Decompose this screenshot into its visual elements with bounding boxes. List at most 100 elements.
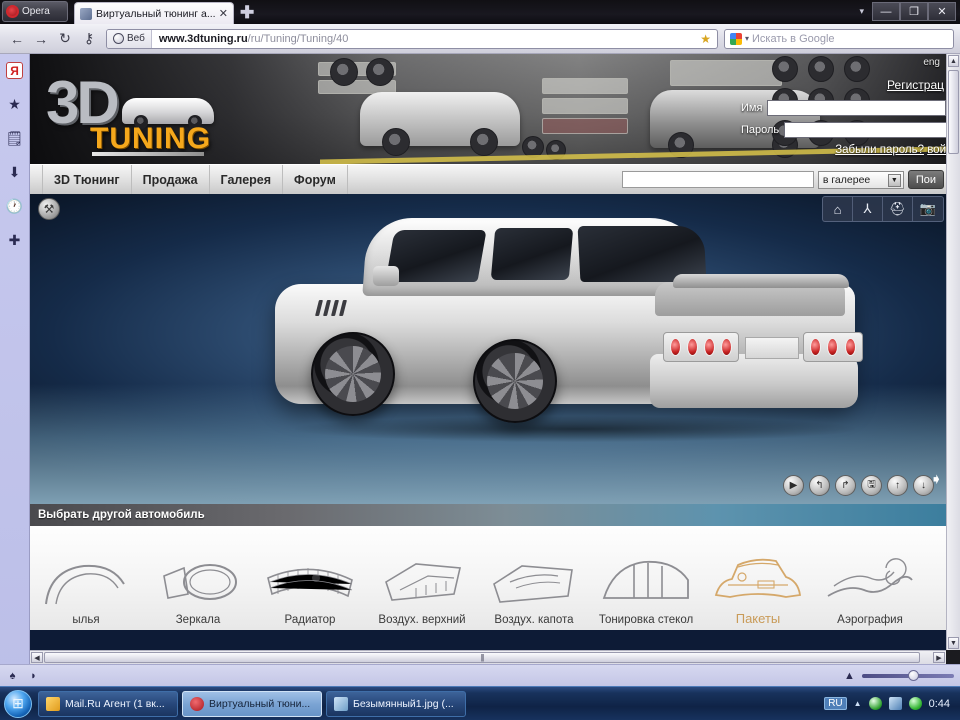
car-3d-viewer[interactable]: ⚒ ⌂ ⅄ ⛑ 📷 bbox=[30, 194, 946, 504]
address-bar[interactable]: Веб www.3dtuning.ru/ru/Tuning/Tuning/40 … bbox=[106, 29, 718, 49]
login-password-row: Пароль bbox=[741, 122, 946, 138]
rotate-left-button[interactable]: ↰ bbox=[809, 475, 830, 496]
scroll-down-icon[interactable]: ▼ bbox=[948, 637, 959, 649]
add-panel-icon[interactable]: ✚ bbox=[6, 231, 24, 249]
close-icon[interactable]: ✕ bbox=[219, 7, 228, 20]
start-button[interactable]: ⊞ bbox=[4, 690, 32, 718]
part-item-roof-scoop[interactable]: Воздух. верхний bbox=[366, 526, 478, 630]
save-button[interactable]: 🖫 bbox=[861, 475, 882, 496]
part-item-mirrors[interactable]: Зеркала bbox=[142, 526, 254, 630]
clock[interactable]: 0:44 bbox=[929, 698, 950, 710]
scroll-up-icon[interactable]: ▲ bbox=[948, 55, 959, 67]
name-input[interactable] bbox=[767, 100, 946, 116]
google-icon bbox=[730, 33, 742, 45]
forgot-password-row: Забыли пароль? вой bbox=[835, 144, 946, 156]
forgot-password-link[interactable]: Забыли пароль? bbox=[835, 144, 924, 156]
browser-address-toolbar: ← → ↻ ⚷ Веб www.3dtuning.ru/ru/Tuning/Tu… bbox=[0, 24, 960, 54]
part-item-body-kits[interactable]: Пакеты bbox=[702, 526, 814, 630]
reload-icon[interactable]: ↻ bbox=[54, 28, 76, 50]
part-item-airbrush[interactable]: Аэрография bbox=[814, 526, 926, 630]
zoom-caret-icon[interactable]: ▲ bbox=[843, 669, 856, 682]
language-indicator[interactable]: RU bbox=[824, 697, 846, 710]
login-panel: eng Регистрац Имя Пароль Забыли пароль? … bbox=[741, 54, 946, 164]
show-hidden-icons-icon[interactable]: ▲ bbox=[854, 699, 862, 708]
site-navigation-bar: 3D Тюнинг Продажа Галерея Форум в галере… bbox=[30, 164, 946, 194]
play-button[interactable]: ▶ bbox=[783, 475, 804, 496]
page-horizontal-scrollbar[interactable]: ◀ ||| ▶ bbox=[30, 650, 946, 664]
site-search-button[interactable]: Пои bbox=[908, 170, 944, 189]
nav-item-gallery[interactable]: Галерея bbox=[210, 165, 283, 194]
web-badge-label: Веб bbox=[127, 33, 145, 44]
site-nav-items: 3D Тюнинг Продажа Галерея Форум bbox=[42, 165, 348, 194]
site-logo[interactable]: 3D TUNING bbox=[44, 64, 254, 156]
status-shield-icon[interactable]: ♠ bbox=[6, 669, 19, 682]
taskbar-item-mailru[interactable]: Mail.Ru Агент (1 вк... bbox=[38, 691, 178, 717]
minimize-button[interactable]: — bbox=[872, 2, 900, 21]
bookmark-star-icon[interactable]: ★ bbox=[694, 32, 717, 46]
status-drop-icon[interactable]: ◗ bbox=[27, 669, 40, 682]
choose-another-car-label: Выбрать другой автомобиль bbox=[30, 509, 205, 521]
browser-tab-active[interactable]: Виртуальный тюнинг а... ✕ bbox=[74, 2, 234, 24]
close-window-button[interactable]: ✕ bbox=[928, 2, 956, 21]
chevron-down-icon[interactable]: ▾ bbox=[859, 6, 864, 17]
opera-icon bbox=[190, 697, 204, 711]
downloads-panel-icon[interactable]: ⬇ bbox=[6, 163, 24, 181]
url-domain: www.3dtuning.ru bbox=[159, 33, 248, 45]
site-search-group: в галерее ▼ Пои bbox=[622, 170, 946, 189]
tools-button[interactable]: ⚒ bbox=[38, 198, 60, 220]
opera-menu-label: Opera bbox=[22, 6, 50, 17]
chevron-down-icon[interactable]: ▼ bbox=[888, 174, 901, 187]
scroll-left-icon[interactable]: ◀ bbox=[31, 652, 43, 663]
rotate-right-button[interactable]: ↱ bbox=[835, 475, 856, 496]
opera-menu-button[interactable]: Opera bbox=[2, 1, 68, 22]
download-button[interactable]: ↓ bbox=[913, 475, 934, 496]
upload-button[interactable]: ↑ bbox=[887, 475, 908, 496]
new-tab-button[interactable]: ✚ bbox=[240, 4, 254, 21]
site-search-input[interactable] bbox=[622, 171, 814, 188]
taskbar-item-image[interactable]: Безымянный1.jpg (... bbox=[326, 691, 466, 717]
url-text: www.3dtuning.ru/ru/Tuning/Tuning/40 bbox=[152, 33, 349, 45]
grille-icon bbox=[263, 552, 357, 614]
vertical-scroll-thumb[interactable] bbox=[948, 70, 959, 154]
part-item-radiator[interactable]: Радиатор bbox=[254, 526, 366, 630]
key-icon[interactable]: ⚷ bbox=[78, 28, 100, 50]
viewer-player-controls: ▶ ↰ ↱ 🖫 ↑ ↓ bbox=[783, 475, 934, 496]
password-input[interactable] bbox=[784, 122, 946, 138]
windows-taskbar: ⊞ Mail.Ru Агент (1 вк... Виртуальный тюн… bbox=[0, 686, 960, 720]
signin-link[interactable]: вой bbox=[927, 144, 946, 156]
page-vertical-scrollbar[interactable]: ▲ ▼ bbox=[946, 54, 960, 650]
part-item-hood-scoop[interactable]: Воздух. капота bbox=[478, 526, 590, 630]
tray-icon-c[interactable] bbox=[909, 697, 922, 710]
register-link[interactable]: Регистрац bbox=[887, 78, 944, 92]
zoom-slider-track[interactable] bbox=[862, 674, 954, 678]
restore-button[interactable]: ❐ bbox=[900, 2, 928, 21]
taskbar-item-opera[interactable]: Виртуальный тюни... bbox=[182, 691, 322, 717]
opera-browser-window: Opera Виртуальный тюнинг а... ✕ ✚ ▾ — ❐ … bbox=[0, 0, 960, 686]
zoom-slider-knob[interactable] bbox=[908, 670, 919, 681]
notes-panel-icon[interactable]: 🗒 bbox=[6, 129, 24, 147]
yandex-panel-icon[interactable]: Я bbox=[6, 62, 23, 79]
choose-another-car-bar[interactable]: Выбрать другой автомобиль bbox=[30, 504, 946, 526]
part-item-window-tint[interactable]: Тонировка стекол bbox=[590, 526, 702, 630]
site-search-scope-select[interactable]: в галерее ▼ bbox=[818, 171, 904, 189]
forward-icon[interactable]: → bbox=[30, 28, 52, 50]
nav-item-forum[interactable]: Форум bbox=[283, 165, 348, 194]
nav-item-sale[interactable]: Продажа bbox=[132, 165, 210, 194]
cap-icon[interactable]: ⛑ bbox=[883, 197, 913, 221]
nav-item-3d-tuning[interactable]: 3D Тюнинг bbox=[42, 165, 132, 194]
camera-icon[interactable]: 📷 bbox=[913, 197, 943, 221]
tray-icon-b[interactable] bbox=[889, 697, 902, 710]
part-label: Воздух. капота bbox=[494, 614, 573, 626]
horizontal-scroll-thumb[interactable]: ||| bbox=[44, 652, 920, 663]
car-render-image bbox=[255, 204, 875, 454]
history-panel-icon[interactable]: 🕐 bbox=[6, 197, 24, 215]
back-icon[interactable]: ← bbox=[6, 28, 28, 50]
chevron-down-icon[interactable]: ▾ bbox=[745, 34, 749, 43]
language-link[interactable]: eng bbox=[923, 57, 940, 68]
tray-icon-a[interactable] bbox=[869, 697, 882, 710]
bookmarks-panel-icon[interactable]: ★ bbox=[6, 95, 24, 113]
scroll-right-icon[interactable]: ▶ bbox=[933, 652, 945, 663]
browser-search-box[interactable]: ▾ Искать в Google bbox=[724, 29, 954, 49]
zoom-control[interactable]: ▲ bbox=[843, 669, 954, 682]
part-item-fenders[interactable]: ылья bbox=[30, 526, 142, 630]
